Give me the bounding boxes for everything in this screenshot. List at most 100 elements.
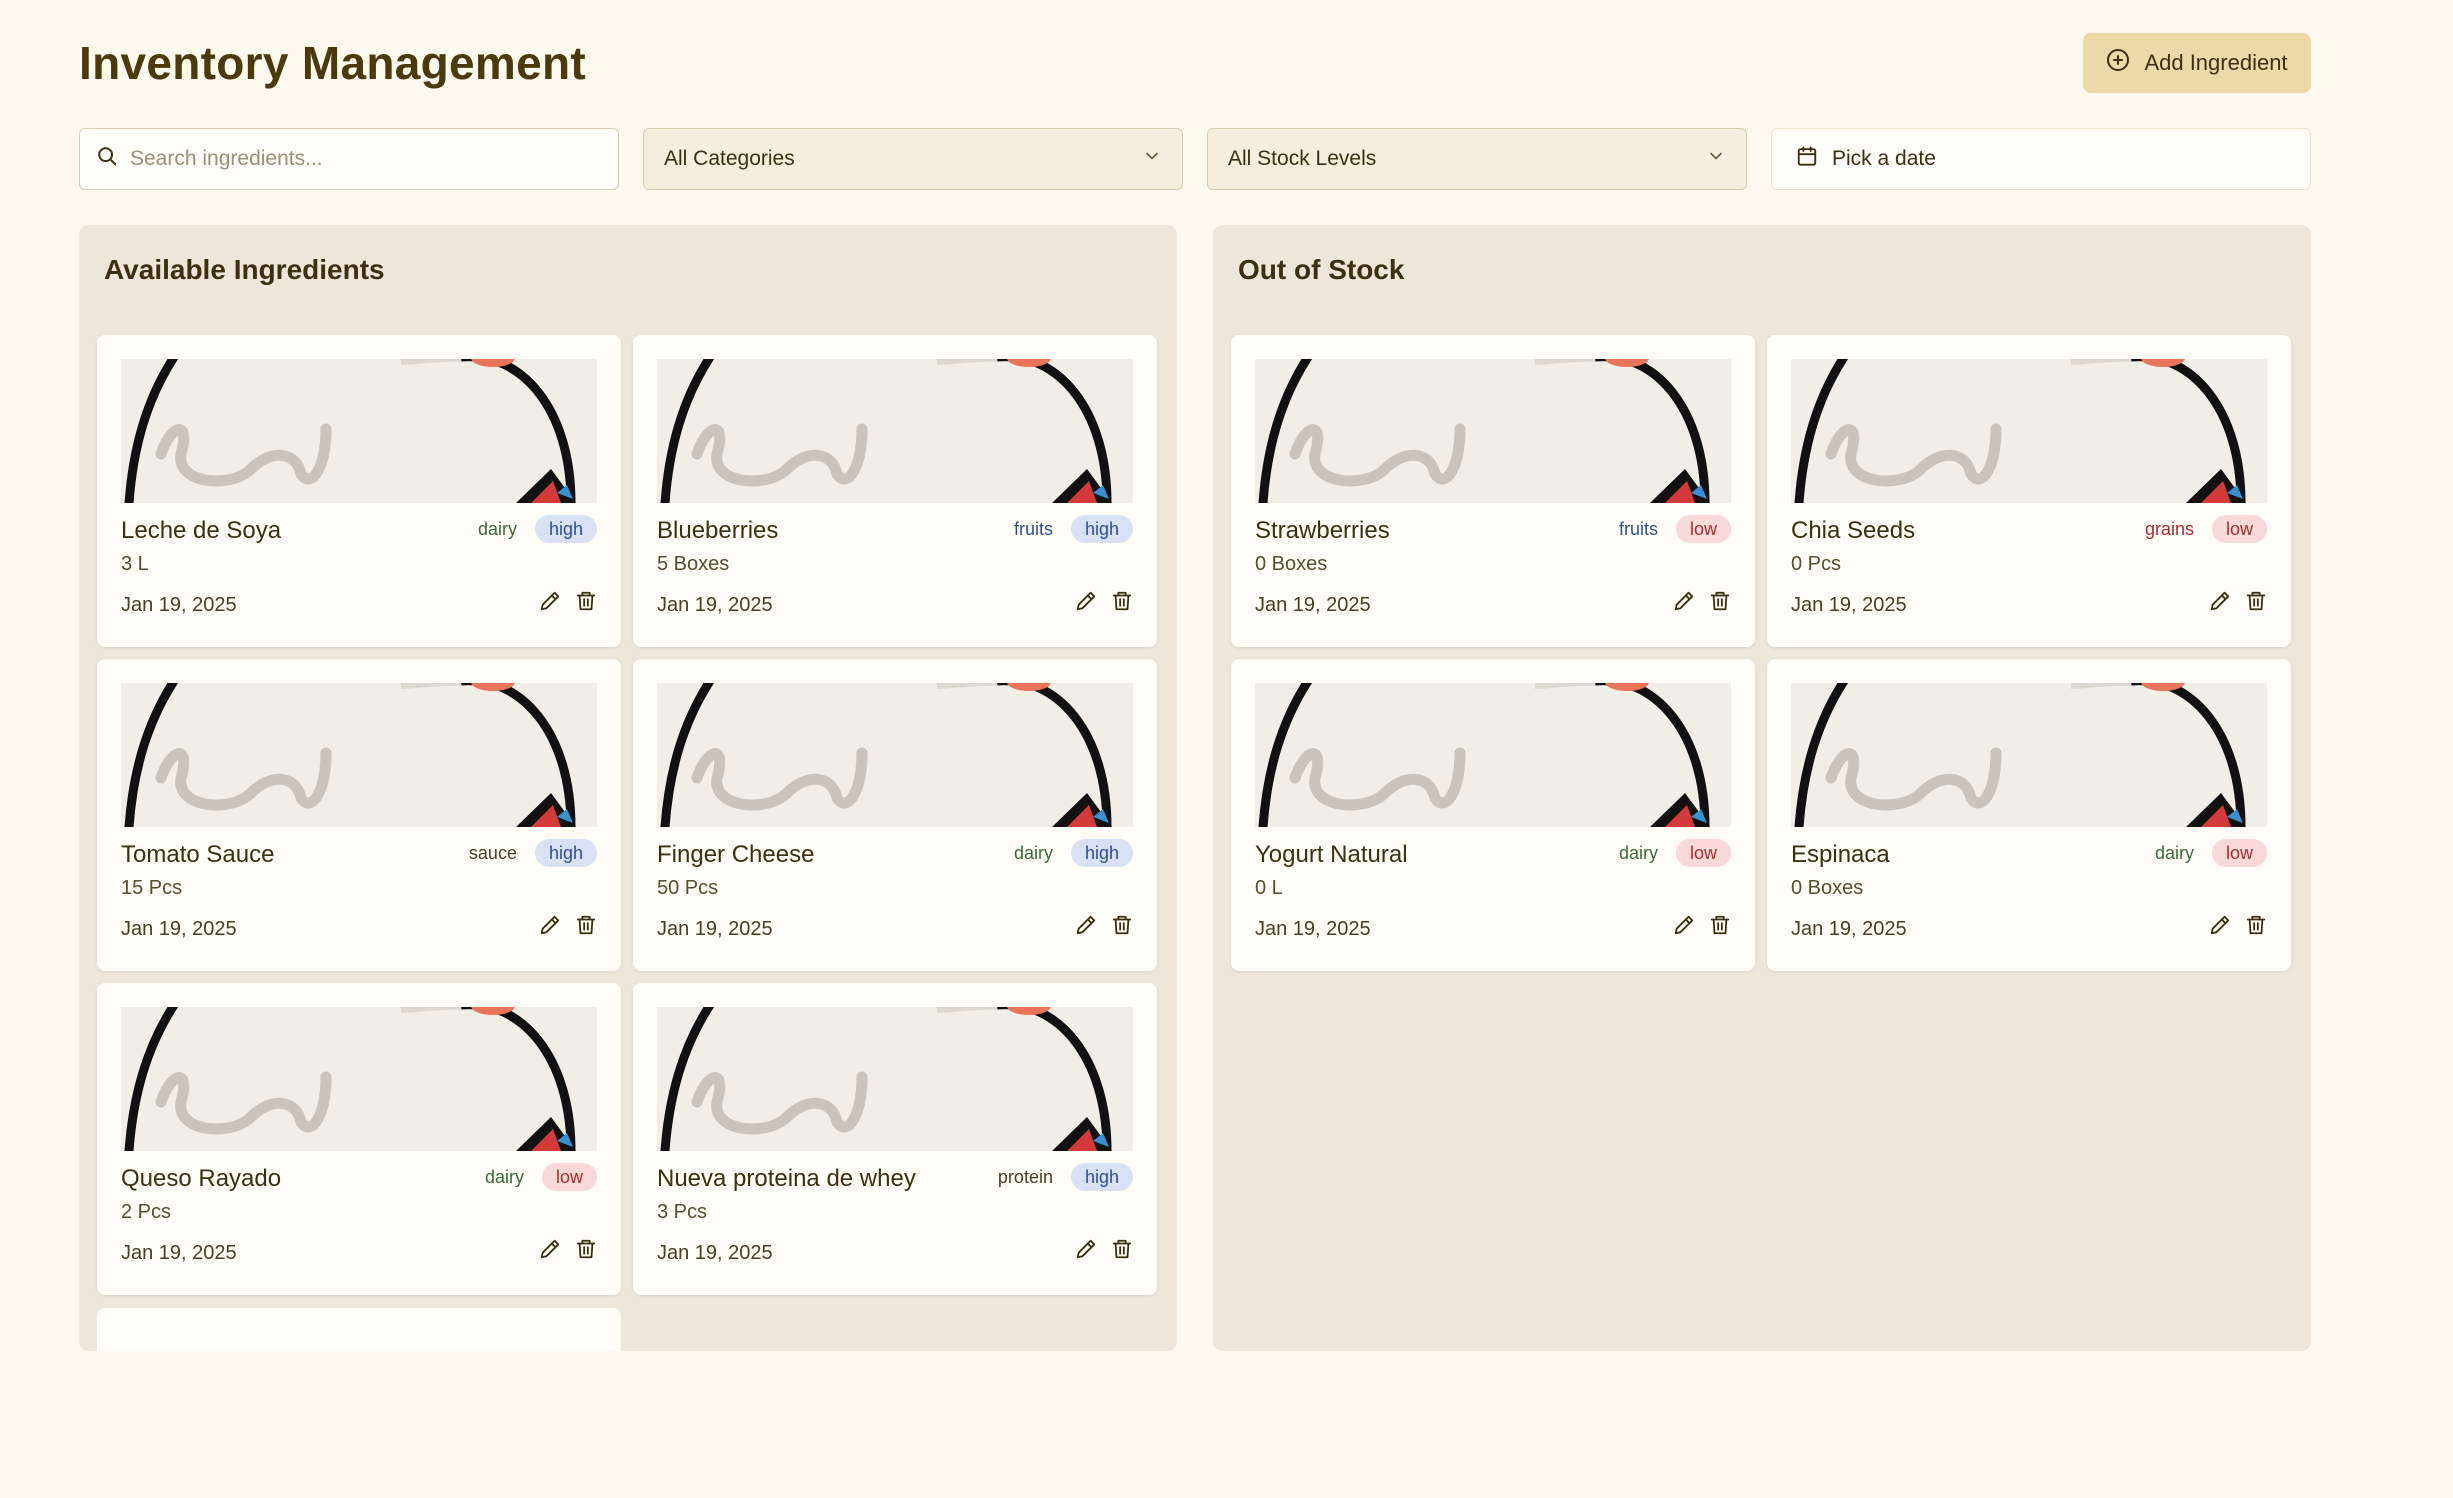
pencil-icon (540, 591, 560, 611)
category-select-value: All Categories (664, 147, 795, 170)
delete-button[interactable] (1111, 1235, 1133, 1263)
pencil-icon (1076, 1239, 1096, 1259)
ingredient-card[interactable]: Strawberries fruits low 0 Boxes Jan 19, … (1231, 335, 1755, 647)
ingredient-date: Jan 19, 2025 (121, 918, 237, 940)
add-ingredient-button[interactable]: Add Ingredient (2083, 33, 2311, 93)
edit-button[interactable] (539, 587, 561, 615)
category-tag: dairy (1013, 842, 1053, 863)
stock-level-badge: high (1070, 515, 1133, 543)
trash-icon (1710, 915, 1730, 935)
card-actions (539, 587, 597, 615)
trash-icon (1112, 591, 1132, 611)
category-tag: dairy (484, 1166, 524, 1187)
edit-button[interactable] (1075, 911, 1097, 939)
date-picker-button[interactable]: Pick a date (1771, 128, 2311, 190)
category-tag: grains (2144, 518, 2194, 539)
delete-button[interactable] (575, 911, 597, 939)
ingredient-card[interactable]: Chia Seeds grains low 0 Pcs Jan 19, 2025 (1767, 335, 2291, 647)
ingredient-date: Jan 19, 2025 (121, 594, 237, 616)
edit-button[interactable] (539, 1235, 561, 1263)
trash-icon (576, 915, 596, 935)
category-select[interactable]: All Categories (643, 128, 1183, 190)
ingredient-card[interactable]: Yogurt Natural dairy low 0 L Jan 19, 202… (1231, 659, 1755, 971)
ingredient-tags: fruits low (1619, 515, 1731, 543)
ingredient-card[interactable]: Espinaca dairy low 0 Boxes Jan 19, 2025 (1767, 659, 2291, 971)
edit-button[interactable] (539, 911, 561, 939)
ingredient-date: Jan 19, 2025 (657, 1242, 773, 1264)
ingredient-name: Nueva proteina de whey (657, 1165, 916, 1192)
stock-level-select-value: All Stock Levels (1228, 147, 1377, 170)
calendar-icon (1796, 145, 1818, 173)
ingredient-image (1255, 683, 1731, 827)
ingredient-card[interactable]: Tomato Sauce sauce high 15 Pcs Jan 19, 2… (97, 659, 621, 971)
delete-button[interactable] (1111, 911, 1133, 939)
ingredient-card[interactable]: Nueva proteina de whey protein high 3 Pc… (633, 983, 1157, 1295)
edit-button[interactable] (2209, 587, 2231, 615)
delete-button[interactable] (1709, 911, 1731, 939)
add-ingredient-label: Add Ingredient (2144, 50, 2288, 75)
ingredient-date: Jan 19, 2025 (1255, 594, 1371, 616)
ingredient-card[interactable]: Leche de Soya dairy high 3 L Jan 19, 202… (97, 335, 621, 647)
category-tag: dairy (1618, 842, 1658, 863)
ingredient-image (657, 1007, 1133, 1151)
category-tag: fruits (1618, 518, 1658, 539)
edit-button[interactable] (1075, 587, 1097, 615)
ingredient-date: Jan 19, 2025 (657, 918, 773, 940)
ingredient-name: Espinaca (1791, 841, 1890, 868)
ingredient-image (121, 683, 597, 827)
ingredient-tags: dairy high (1014, 839, 1133, 867)
stock-level-badge: high (1070, 1163, 1133, 1191)
edit-button[interactable] (2209, 911, 2231, 939)
search-icon (96, 145, 118, 173)
ingredient-quantity: 50 Pcs (657, 877, 719, 899)
stock-level-badge: low (1675, 839, 1731, 867)
date-picker-label: Pick a date (1832, 147, 1936, 170)
ingredient-name: Finger Cheese (657, 841, 815, 868)
pencil-icon (1076, 591, 1096, 611)
search-input[interactable] (130, 129, 618, 189)
delete-button[interactable] (2245, 911, 2267, 939)
edit-button[interactable] (1673, 911, 1695, 939)
ingredient-quantity: 0 Pcs (1791, 553, 1842, 575)
search-field[interactable] (79, 128, 619, 190)
ingredient-image (657, 359, 1133, 503)
ingredient-quantity: 15 Pcs (121, 877, 183, 899)
delete-button[interactable] (575, 587, 597, 615)
trash-icon (1112, 915, 1132, 935)
delete-button[interactable] (2245, 587, 2267, 615)
ingredient-card[interactable]: Queso Rayado dairy low 2 Pcs Jan 19, 202… (97, 983, 621, 1295)
ingredient-tags: dairy low (2155, 839, 2267, 867)
ingredient-name: Leche de Soya (121, 517, 282, 544)
ingredient-image (1255, 359, 1731, 503)
ingredient-card[interactable]: Blueberries fruits high 5 Boxes Jan 19, … (633, 335, 1157, 647)
ingredient-tags: dairy low (485, 1163, 597, 1191)
ingredient-date: Jan 19, 2025 (121, 1242, 237, 1264)
ingredient-card[interactable]: Finger Cheese dairy high 50 Pcs Jan 19, … (633, 659, 1157, 971)
edit-button[interactable] (1673, 587, 1695, 615)
stock-level-select[interactable]: All Stock Levels (1207, 128, 1747, 190)
card-actions (1673, 911, 1731, 939)
delete-button[interactable] (1111, 587, 1133, 615)
chevron-down-icon (1706, 146, 1726, 172)
trash-icon (1710, 591, 1730, 611)
pencil-icon (1076, 915, 1096, 935)
card-actions (2209, 911, 2267, 939)
ingredient-tags: protein high (998, 1163, 1133, 1191)
ingredient-quantity: 3 Pcs (657, 1201, 708, 1223)
ingredient-name: Blueberries (657, 517, 779, 544)
ingredient-tags: dairy low (1619, 839, 1731, 867)
delete-button[interactable] (575, 1235, 597, 1263)
card-actions (1673, 587, 1731, 615)
stock-level-badge: low (2211, 839, 2267, 867)
edit-button[interactable] (1075, 1235, 1097, 1263)
card-actions (539, 1235, 597, 1263)
ingredient-quantity: 3 L (121, 553, 149, 575)
panel-title: Out of Stock (1238, 254, 1405, 285)
ingredient-quantity: 0 Boxes (1791, 877, 1864, 899)
card-actions (1075, 587, 1133, 615)
ingredient-tags: grains low (2145, 515, 2267, 543)
stock-level-badge: high (534, 839, 597, 867)
plus-circle-icon (2106, 48, 2130, 78)
stock-level-badge: high (1070, 839, 1133, 867)
delete-button[interactable] (1709, 587, 1731, 615)
